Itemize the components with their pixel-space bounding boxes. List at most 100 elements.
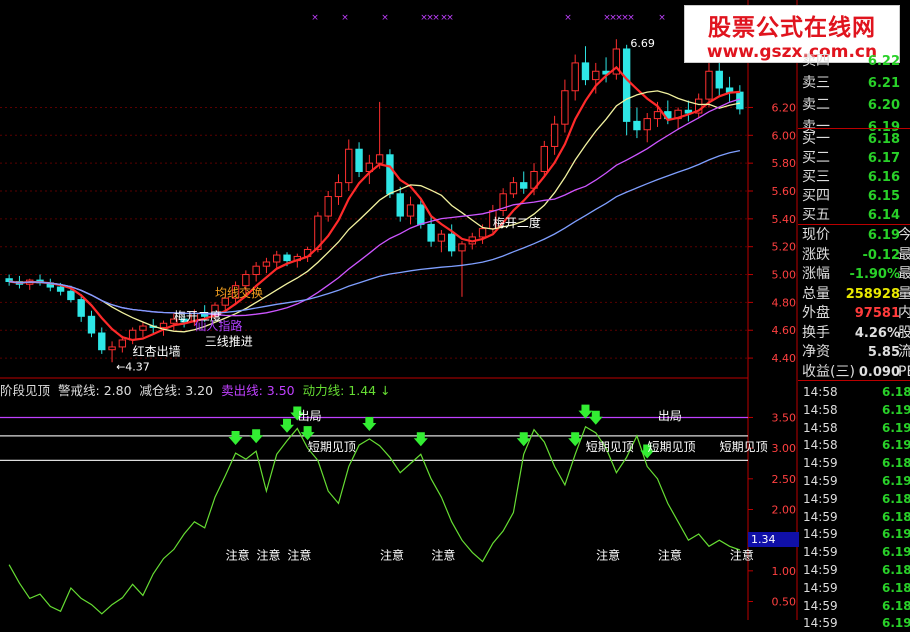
tick-row: 14:58 6.19 bbox=[798, 401, 910, 419]
momentum-line bbox=[8, 425, 741, 615]
stock-chart[interactable]: × × × ××× ×× × ××××× ×6.206.005.805.605.405.205… bbox=[0, 0, 910, 620]
chart-annotation: 红杏出墙 bbox=[133, 343, 181, 358]
tick-time: 14:59 bbox=[803, 580, 838, 595]
quote-value: -0.12 bbox=[862, 247, 900, 263]
tick-time: 14:59 bbox=[803, 545, 838, 560]
tick-time: 14:58 bbox=[803, 385, 838, 399]
signal-label: 出局 bbox=[658, 409, 682, 423]
quote-divider bbox=[798, 380, 910, 381]
tick-time: 14:59 bbox=[803, 474, 838, 488]
candle-body bbox=[653, 111, 662, 120]
quote-label: 现价 bbox=[802, 227, 830, 243]
candle-body bbox=[592, 70, 600, 81]
signal-label: 注意 bbox=[730, 547, 754, 562]
y-tick-label: 5.00 bbox=[772, 269, 797, 282]
quote-label: 卖二 bbox=[802, 97, 830, 113]
candle-body bbox=[417, 204, 425, 225]
quote-row: 涨跌 -0.12 最 bbox=[798, 246, 910, 265]
quote-tail: 量 bbox=[898, 285, 910, 302]
tick-price: 6.19 bbox=[882, 616, 910, 631]
indicator-y-tick-label: 3.50 bbox=[772, 411, 797, 424]
candle-body bbox=[252, 265, 260, 276]
quote-value: 6.22 bbox=[867, 54, 900, 69]
quote-tail: 流 bbox=[898, 344, 910, 360]
low-price-label: ←4.37 bbox=[116, 360, 150, 373]
quote-divider bbox=[798, 128, 910, 129]
tick-time: 14:58 bbox=[803, 402, 838, 417]
down-arrow-icon bbox=[280, 418, 295, 433]
candle-body bbox=[273, 254, 281, 263]
down-arrow-icon bbox=[588, 410, 603, 425]
candle-body bbox=[67, 290, 75, 301]
down-arrow-icon bbox=[516, 432, 531, 447]
y-tick-label: 5.20 bbox=[772, 241, 797, 254]
quote-label: 收益(三) bbox=[802, 363, 855, 380]
chart-annotation: 仙人指路 bbox=[194, 318, 242, 333]
candle-body bbox=[427, 223, 435, 242]
tick-time: 14:59 bbox=[803, 456, 838, 471]
quote-value: 6.20 bbox=[867, 98, 900, 113]
tick-price: 6.19 bbox=[882, 527, 910, 542]
tick-price: 6.18 bbox=[882, 563, 910, 577]
tick-time: 14:59 bbox=[803, 616, 838, 631]
down-arrow-icon bbox=[568, 432, 583, 447]
quote-row: 涨幅 -1.90% 最 bbox=[798, 265, 910, 284]
candle-body bbox=[571, 62, 579, 92]
top-marker: × bbox=[564, 13, 572, 23]
candle-body bbox=[324, 196, 332, 217]
quote-tail: 最 bbox=[898, 246, 910, 263]
tick-row: 14:59 6.19 bbox=[798, 525, 910, 543]
candle-body bbox=[118, 339, 127, 348]
indicator-header-item: 卖出线: 3.50 bbox=[221, 383, 295, 398]
indicator-y-tick-label: 0.50 bbox=[772, 596, 797, 609]
tick-row: 14:58 6.19 bbox=[798, 419, 910, 437]
quote-label: 换手 bbox=[802, 324, 830, 341]
candle-body bbox=[159, 322, 168, 328]
tick-row: 14:59 6.19 bbox=[798, 472, 910, 490]
indicator-header-item: 警戒线: 2.80 bbox=[58, 383, 132, 398]
quote-tail: 今 bbox=[898, 227, 910, 243]
tick-price: 6.19 bbox=[882, 545, 910, 560]
down-arrow-icon bbox=[413, 432, 428, 447]
signal-label: 注意 bbox=[431, 547, 455, 562]
tick-price: 6.18 bbox=[882, 509, 910, 524]
quote-value: 258928 bbox=[845, 286, 900, 302]
candle-body bbox=[334, 182, 343, 198]
candle-body bbox=[283, 254, 291, 262]
signal-label: 短期见顶 bbox=[720, 440, 768, 454]
quote-tail: 内 bbox=[898, 305, 910, 321]
tick-price: 6.18 bbox=[882, 456, 910, 471]
candle-body bbox=[561, 90, 569, 125]
down-arrow-icon bbox=[249, 429, 264, 444]
tick-time: 14:58 bbox=[803, 420, 838, 435]
top-marker: × bbox=[432, 13, 440, 23]
quote-value: 0.090 bbox=[858, 364, 900, 380]
y-tick-label: 6.00 bbox=[772, 129, 797, 142]
quote-value: 6.21 bbox=[867, 76, 900, 91]
chart-annotation: 三线推进 bbox=[205, 335, 253, 349]
quote-label: 涨幅 bbox=[802, 266, 830, 282]
quote-value: 97581 bbox=[854, 306, 900, 321]
quote-value: 4.26% bbox=[854, 325, 900, 341]
candle-body bbox=[581, 62, 590, 81]
candle-body bbox=[396, 193, 404, 217]
ma-line bbox=[9, 149, 741, 315]
signal-label: 注意 bbox=[256, 547, 280, 562]
top-marker: × bbox=[658, 13, 666, 23]
candle-body bbox=[108, 346, 116, 351]
quote-value: 6.17 bbox=[867, 151, 900, 166]
top-marker: × bbox=[381, 13, 389, 23]
candle-body bbox=[622, 48, 631, 122]
indicator-y-tick-label: 2.50 bbox=[772, 473, 797, 486]
quote-row: 外盘 97581 内 bbox=[798, 304, 910, 323]
quote-label: 买四 bbox=[802, 188, 830, 204]
y-tick-label: 4.60 bbox=[772, 324, 797, 337]
quote-value: 6.19 bbox=[867, 228, 900, 243]
y-tick-label: 5.40 bbox=[772, 213, 797, 226]
quote-row: 买五 6.14 bbox=[798, 206, 910, 225]
indicator-y-tick-label: 2.00 bbox=[772, 503, 797, 516]
tick-time: 14:59 bbox=[803, 563, 838, 577]
quote-value: 5.85 bbox=[867, 345, 900, 360]
signal-label: 注意 bbox=[380, 547, 404, 562]
tick-row: 14:59 6.18 bbox=[798, 508, 910, 526]
